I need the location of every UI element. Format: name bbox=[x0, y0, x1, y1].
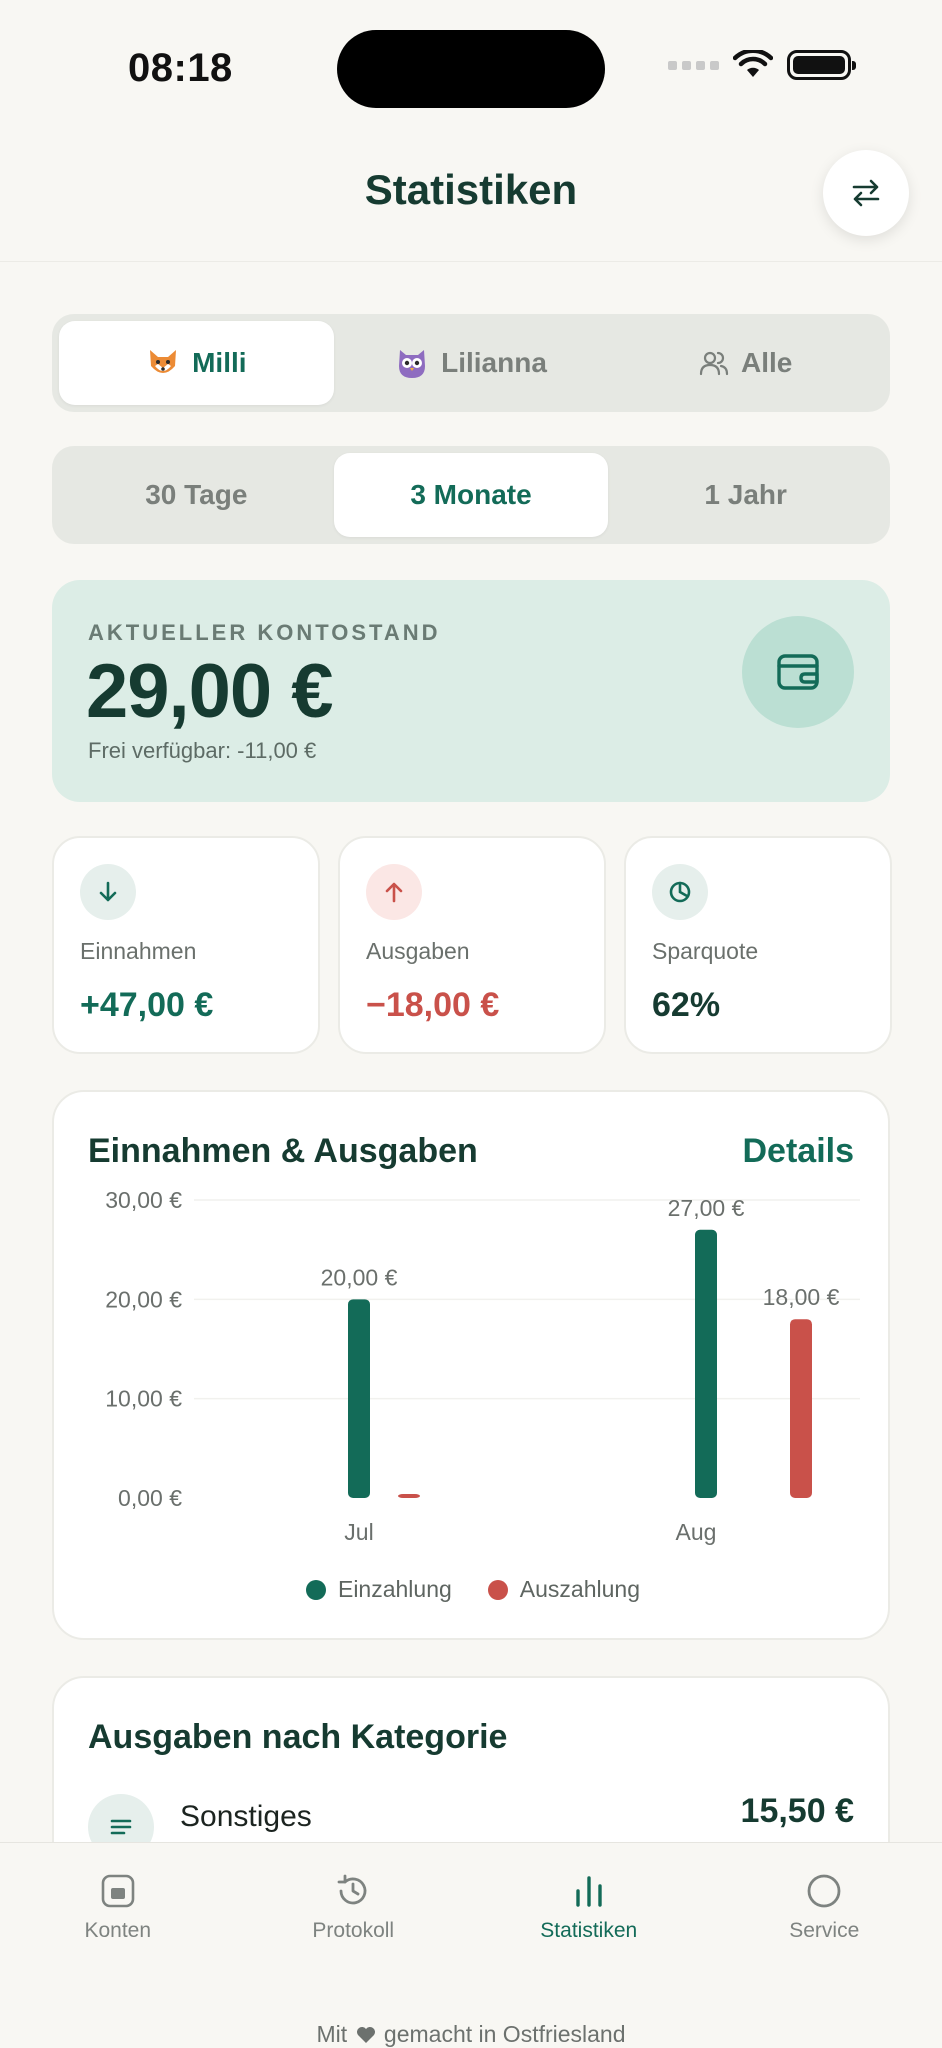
y-tick-label: 10,00 € bbox=[105, 1386, 182, 1412]
y-tick-label: 20,00 € bbox=[105, 1286, 182, 1312]
stat-label: Einnahmen bbox=[80, 938, 197, 964]
legend-item-auszahlung: Auszahlung bbox=[487, 1576, 640, 1603]
stat-label: Ausgaben bbox=[366, 938, 470, 964]
stat-value: +47,00 € bbox=[80, 986, 214, 1024]
battery-icon bbox=[787, 50, 856, 80]
tab-label: Statistiken bbox=[540, 1919, 638, 1942]
owl-icon bbox=[399, 350, 426, 378]
chart-legend: Einzahlung Auszahlung bbox=[54, 1576, 892, 1603]
swap-button[interactable] bbox=[823, 150, 909, 236]
profile-tab-lilianna[interactable]: Lilianna bbox=[334, 321, 609, 405]
arrow-down-icon bbox=[80, 864, 136, 920]
fox-icon bbox=[150, 350, 177, 373]
header-divider bbox=[0, 261, 942, 262]
wallet-button[interactable] bbox=[742, 616, 854, 728]
stat-label: Sparquote bbox=[652, 938, 759, 964]
tab-konten[interactable]: Konten bbox=[0, 1843, 236, 1961]
status-time: 08:18 bbox=[128, 46, 233, 90]
tab-label: Konten bbox=[84, 1919, 152, 1942]
data-label: 20,00 € bbox=[321, 1264, 398, 1290]
legend-dot bbox=[305, 1579, 326, 1600]
available-balance: Frei verfügbar: -11,00 € bbox=[88, 738, 317, 763]
legend-item-einzahlung: Einzahlung bbox=[305, 1576, 452, 1603]
legend-label: Auszahlung bbox=[519, 1576, 640, 1602]
profile-tab-label: Milli bbox=[192, 347, 247, 378]
range-selector: 30 Tage 3 Monate 1 Jahr bbox=[52, 446, 890, 544]
status-icons bbox=[668, 50, 856, 80]
stat-card-savings-rate: Sparquote 62% bbox=[624, 836, 892, 1054]
x-tick-label: Aug bbox=[676, 1519, 717, 1545]
tab-bar: Konten Protokoll Statistiken Service Mit bbox=[0, 1842, 942, 2048]
income-expense-chart-card: Einnahmen & Ausgaben Details 0,00 €10,00… bbox=[52, 1090, 890, 1640]
tab-label: Protokoll bbox=[312, 1919, 395, 1942]
y-tick-label: 30,00 € bbox=[105, 1187, 182, 1213]
range-tab-3-months[interactable]: 3 Monate bbox=[333, 453, 609, 537]
category-name: Sonstiges bbox=[180, 1800, 312, 1833]
stat-value: −18,00 € bbox=[366, 986, 500, 1024]
wifi-icon bbox=[733, 50, 773, 77]
profile-tab-label: Alle bbox=[741, 347, 793, 378]
data-label: 27,00 € bbox=[668, 1195, 745, 1221]
pie-chart-icon bbox=[652, 864, 708, 920]
balance-label: AKTUELLER KONTOSTAND bbox=[88, 620, 441, 645]
y-tick-label: 0,00 € bbox=[118, 1485, 182, 1511]
legend-label: Einzahlung bbox=[337, 1576, 452, 1602]
bar-auszahlung-jul bbox=[398, 1494, 420, 1498]
footer-prefix: Mit bbox=[316, 2021, 348, 2047]
arrow-up-icon bbox=[366, 864, 422, 920]
signal-icon bbox=[668, 60, 719, 70]
category-title: Ausgaben nach Kategorie bbox=[88, 1718, 508, 1756]
bar-chart-icon bbox=[576, 1876, 602, 1907]
account-icon bbox=[101, 1874, 135, 1908]
range-tab-1-year[interactable]: 1 Jahr bbox=[608, 453, 883, 537]
profile-tab-alle[interactable]: Alle bbox=[608, 321, 883, 405]
profile-selector: Milli Lilianna Alle bbox=[52, 314, 890, 412]
bar-auszahlung-aug bbox=[790, 1319, 812, 1498]
users-icon bbox=[699, 351, 729, 376]
category-amount: 15,50 € bbox=[740, 1792, 854, 1830]
profile-tab-label: Lilianna bbox=[441, 347, 547, 378]
balance-value: 29,00 € bbox=[86, 649, 334, 734]
wallet-icon bbox=[777, 654, 819, 690]
tab-statistiken[interactable]: Statistiken bbox=[471, 1843, 707, 1961]
dynamic-island bbox=[337, 30, 605, 108]
footer-suffix: gemacht in Ostfriesland bbox=[383, 2021, 626, 2047]
stat-card-income: Einnahmen +47,00 € bbox=[52, 836, 320, 1054]
circle-icon bbox=[807, 1874, 841, 1908]
page-title: Statistiken bbox=[364, 166, 578, 213]
bar-chart: 0,00 € 10,00 € 20,00 € 30,00 € 20,00 € 27,00 … bbox=[105, 1187, 860, 1545]
tab-label: Service bbox=[789, 1919, 860, 1942]
swap-arrows-icon bbox=[852, 179, 880, 207]
tab-protokoll[interactable]: Protokoll bbox=[236, 1843, 472, 1961]
stat-value: 62% bbox=[652, 986, 721, 1024]
profile-tab-milli[interactable]: Milli bbox=[59, 321, 334, 405]
bar-einzahlung-aug bbox=[695, 1229, 717, 1498]
stat-card-expenses: Ausgaben −18,00 € bbox=[338, 836, 606, 1054]
x-tick-label: Jul bbox=[344, 1519, 373, 1545]
footer-text: Mit gemacht in Ostfriesland bbox=[0, 2021, 942, 2048]
legend-dot bbox=[487, 1579, 508, 1600]
data-label: 18,00 € bbox=[763, 1284, 840, 1310]
range-tab-30-days[interactable]: 30 Tage bbox=[59, 453, 334, 537]
balance-card: AKTUELLER KONTOSTAND 29,00 € Frei verfüg… bbox=[52, 580, 890, 802]
heart-icon bbox=[356, 2027, 375, 2043]
bar-einzahlung-jul bbox=[348, 1299, 370, 1498]
history-icon bbox=[337, 1874, 367, 1905]
tab-service[interactable]: Service bbox=[707, 1843, 942, 1961]
